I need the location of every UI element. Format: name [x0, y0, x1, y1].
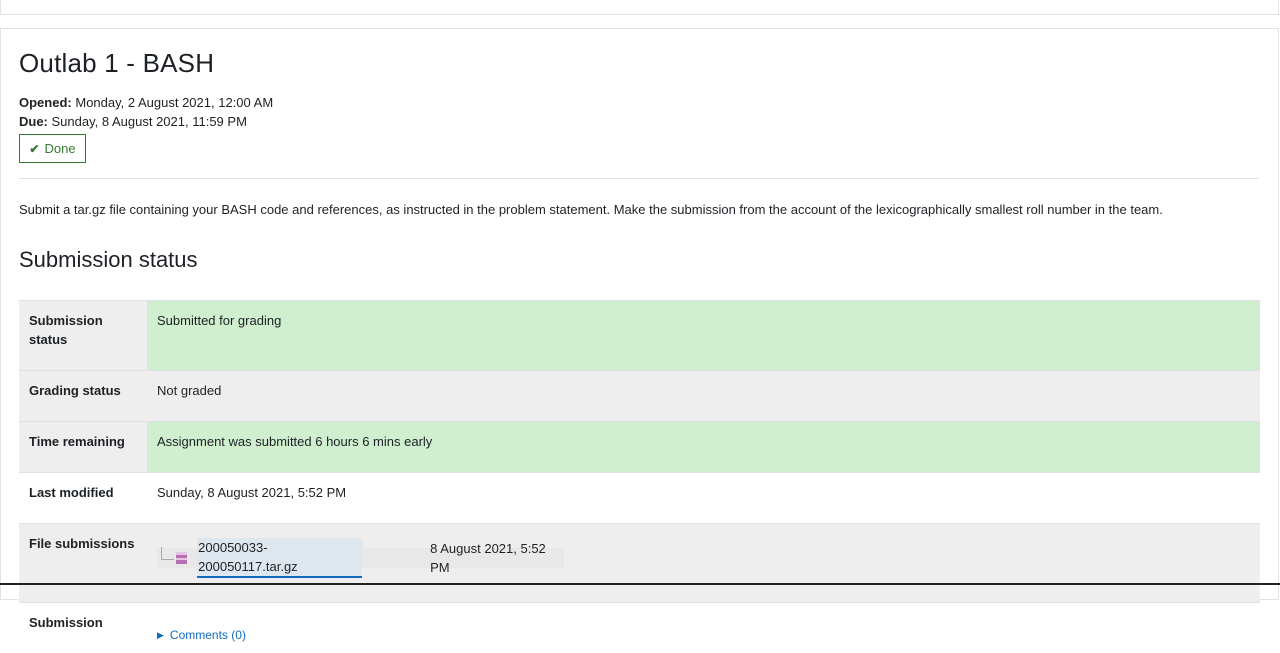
row-value: Sunday, 8 August 2021, 5:52 PM	[147, 473, 1260, 524]
opened-label: Opened:	[19, 95, 72, 110]
top-card	[0, 0, 1279, 15]
table-row: Last modified Sunday, 8 August 2021, 5:5…	[19, 473, 1260, 524]
file-download-link[interactable]: 200050033-200050117.tar.gz	[197, 538, 362, 578]
table-row: File submissions 200050033-200050117.tar…	[19, 524, 1260, 603]
done-label: Done	[44, 141, 75, 156]
tree-branch-icon	[161, 547, 174, 560]
due-value: Sunday, 8 August 2021, 11:59 PM	[52, 114, 247, 129]
row-label: Submission	[19, 603, 147, 653]
due-label: Due:	[19, 114, 48, 129]
table-row: Time remaining Assignment was submitted …	[19, 422, 1260, 473]
row-value: Submitted for grading	[147, 301, 1260, 371]
caret-right-icon: ▶	[157, 626, 164, 645]
file-archive-icon	[176, 552, 188, 564]
row-value: 200050033-200050117.tar.gz 8 August 2021…	[147, 524, 1260, 603]
row-value: ▶ Comments (0)	[147, 603, 1260, 653]
file-date: 8 August 2021, 5:52 PM	[430, 539, 564, 577]
comments-toggle[interactable]: ▶ Comments (0)	[157, 626, 1250, 645]
opened-value: Monday, 2 August 2021, 12:00 AM	[75, 95, 273, 110]
table-row: Submission status Submitted for grading	[19, 301, 1260, 371]
row-label: Grading status	[19, 371, 147, 422]
page-title: Outlab 1 - BASH	[19, 48, 214, 79]
row-label: Time remaining	[19, 422, 147, 473]
due-date: Due: Sunday, 8 August 2021, 11:59 PM	[19, 112, 273, 131]
row-label: Submission status	[19, 301, 147, 371]
divider	[19, 178, 1259, 179]
table-row: Grading status Not graded	[19, 371, 1260, 422]
table-row: Submission ▶ Comments (0)	[19, 603, 1260, 653]
submission-status-heading: Submission status	[19, 247, 198, 273]
done-button[interactable]: ✔ Done	[19, 134, 86, 163]
opened-date: Opened: Monday, 2 August 2021, 12:00 AM	[19, 93, 273, 112]
row-label: File submissions	[19, 524, 147, 603]
row-label: Last modified	[19, 473, 147, 524]
row-value: Assignment was submitted 6 hours 6 mins …	[147, 422, 1260, 473]
file-item: 200050033-200050117.tar.gz 8 August 2021…	[157, 548, 564, 568]
submission-status-table: Submission status Submitted for grading …	[19, 300, 1260, 653]
row-value: Not graded	[147, 371, 1260, 422]
comments-label: Comments (0)	[170, 626, 246, 645]
check-icon: ✔	[29, 142, 39, 156]
dates-block: Opened: Monday, 2 August 2021, 12:00 AM …	[19, 93, 273, 131]
assignment-description: Submit a tar.gz file containing your BAS…	[19, 201, 1163, 218]
